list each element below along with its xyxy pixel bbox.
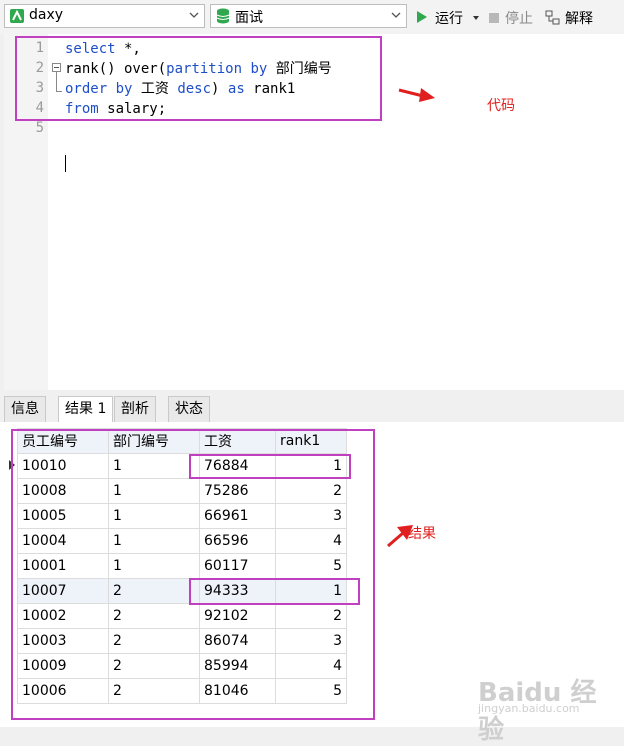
- dept2-top-rank-box: [189, 578, 360, 605]
- connection-icon: [10, 9, 24, 23]
- stop-icon: [489, 13, 499, 23]
- explain-label: 解释: [565, 11, 593, 27]
- red-arrow-icon: [398, 88, 435, 102]
- connection-select[interactable]: daxy: [4, 4, 205, 28]
- tab-result-1[interactable]: 结果 1: [58, 396, 114, 423]
- chevron-down-icon: [189, 12, 199, 18]
- tab-profile[interactable]: 剖析: [114, 396, 156, 422]
- connection-name: daxy: [29, 7, 64, 23]
- play-icon: [417, 11, 427, 23]
- database-name: 面试: [235, 10, 263, 26]
- chevron-down-icon: [473, 16, 479, 20]
- chevron-down-icon: [391, 12, 401, 18]
- toolbar: daxy 面试 运行 停止 解释: [0, 0, 624, 34]
- code-annotation-label: 代码: [487, 98, 515, 114]
- explain-icon: [545, 10, 560, 25]
- result-tabbar: 信息 结果 1 剖析 状态: [0, 392, 624, 423]
- dept1-top-rank-box: [189, 454, 351, 479]
- watermark-url: jingyan.baidu.com: [478, 702, 580, 715]
- baidu-watermark: Baidu 经验 jingyan.baidu.com: [478, 672, 618, 745]
- code-highlight-box: [15, 36, 382, 121]
- text-caret: [65, 155, 66, 172]
- database-icon: [216, 8, 230, 24]
- stop-label: 停止: [505, 11, 533, 27]
- line-number: 5: [35, 120, 44, 136]
- result-annotation-label: 结果: [408, 526, 436, 542]
- database-select[interactable]: 面试: [210, 4, 407, 28]
- tab-info[interactable]: 信息: [4, 396, 46, 422]
- run-label: 运行: [435, 11, 463, 27]
- tab-status[interactable]: 状态: [168, 396, 210, 422]
